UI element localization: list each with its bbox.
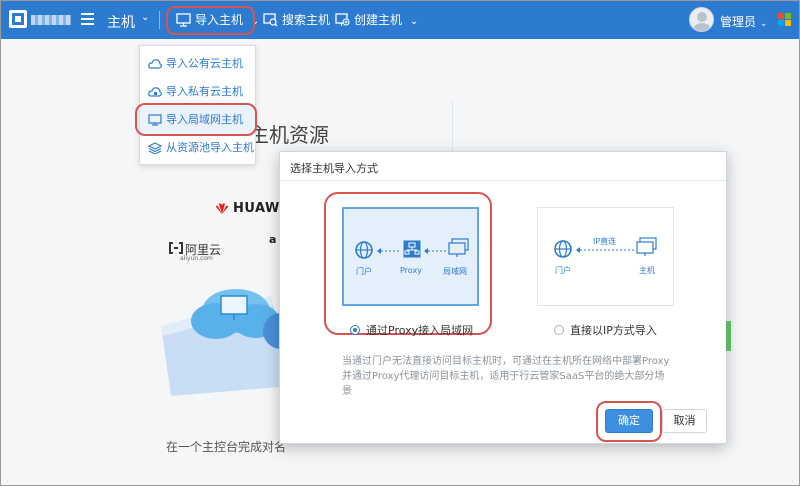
background-accent (726, 321, 731, 351)
page-description: 在一个主控台完成对名 (166, 440, 287, 454)
host-monitors-icon (636, 237, 657, 256)
portal-globe-icon (554, 240, 572, 258)
highlight-annotation (324, 192, 492, 335)
highlight-annotation (135, 103, 257, 136)
menu-item-import-from-pool[interactable]: 从资源池导入主机 (140, 134, 255, 162)
search-host-label: 搜索主机 (282, 13, 331, 27)
radio-label: 直接以IP方式导入 (570, 324, 657, 337)
chevron-down-icon[interactable]: ⌄ (141, 12, 149, 23)
menu-item-label: 从资源池导入主机 (166, 141, 254, 154)
label-portal: 门户 (555, 266, 571, 275)
apps-grid-icon[interactable] (778, 13, 792, 27)
create-monitor-icon (335, 13, 350, 26)
section-title[interactable]: 主机 (107, 12, 135, 32)
label-ip-direct: IP直连 (593, 237, 617, 246)
radio-unselected-icon[interactable] (554, 325, 564, 335)
aliyun-domain: aliyun.com (180, 255, 213, 262)
cloud-icon (148, 59, 162, 69)
page-title: 主机资源 (249, 123, 329, 147)
label-host: 主机 (639, 266, 655, 275)
radio-label: 通过Proxy接入局域网 (366, 324, 474, 337)
app-frame: 主机 ⌄ 导入主机 ⌄ 搜索主机 创建主机 ⌄ 管理员 ⌄ 主机资源 HUAWE… (0, 0, 800, 486)
import-method-dialog: 选择主机导入方式 门户 Proxy 局域网 IP直连 门户 主机 通过Proxy… (279, 151, 727, 444)
amazon-logo: a (269, 233, 277, 246)
chevron-down-icon: ⌄ (759, 19, 768, 29)
logo-text-blurred (31, 15, 71, 25)
create-host-label: 创建主机 (354, 13, 403, 27)
menu-item-label: 导入公有云主机 (166, 57, 243, 70)
divider (159, 11, 160, 29)
divider (280, 180, 726, 181)
option-card-ip[interactable]: IP直连 门户 主机 (537, 207, 674, 306)
highlight-annotation (596, 401, 662, 442)
menu-item-label: 导入私有云主机 (166, 85, 243, 98)
create-host-button[interactable]: 创建主机 ⌄ (335, 11, 418, 31)
cloud-illustration (161, 289, 291, 396)
chevron-down-icon: ⌄ (409, 16, 419, 27)
dashed-arrow-icon (576, 247, 634, 253)
menu-item-import-public-cloud[interactable]: 导入公有云主机 (140, 50, 255, 78)
cancel-button[interactable]: 取消 (662, 409, 707, 433)
radio-option-proxy[interactable]: 通过Proxy接入局域网 (350, 322, 473, 338)
dialog-title: 选择主机导入方式 (290, 162, 378, 175)
radio-selected-icon[interactable] (350, 325, 360, 335)
top-navbar: 主机 ⌄ 导入主机 ⌄ 搜索主机 创建主机 ⌄ 管理员 ⌄ (1, 1, 799, 39)
search-monitor-icon (263, 13, 278, 27)
avatar (689, 7, 714, 32)
huawei-logo-icon (216, 203, 228, 214)
logo-mark (9, 10, 27, 28)
option-description: 当通过门户无法直接访问目标主机时，可通过在主机所在网络中部署Proxy并通过Pr… (342, 356, 670, 397)
highlight-annotation (166, 6, 255, 35)
user-name: 管理员 (720, 15, 757, 29)
radio-option-ip[interactable]: 直接以IP方式导入 (554, 322, 657, 338)
aliyun-logo-icon (169, 242, 183, 254)
menu-item-import-private-cloud[interactable]: 导入私有云主机 (140, 78, 255, 106)
cloud-icon (148, 87, 162, 97)
menu-icon[interactable] (81, 13, 94, 25)
search-host-button[interactable]: 搜索主机 (263, 11, 330, 31)
layers-icon (147, 142, 163, 155)
app-logo[interactable] (9, 10, 71, 30)
